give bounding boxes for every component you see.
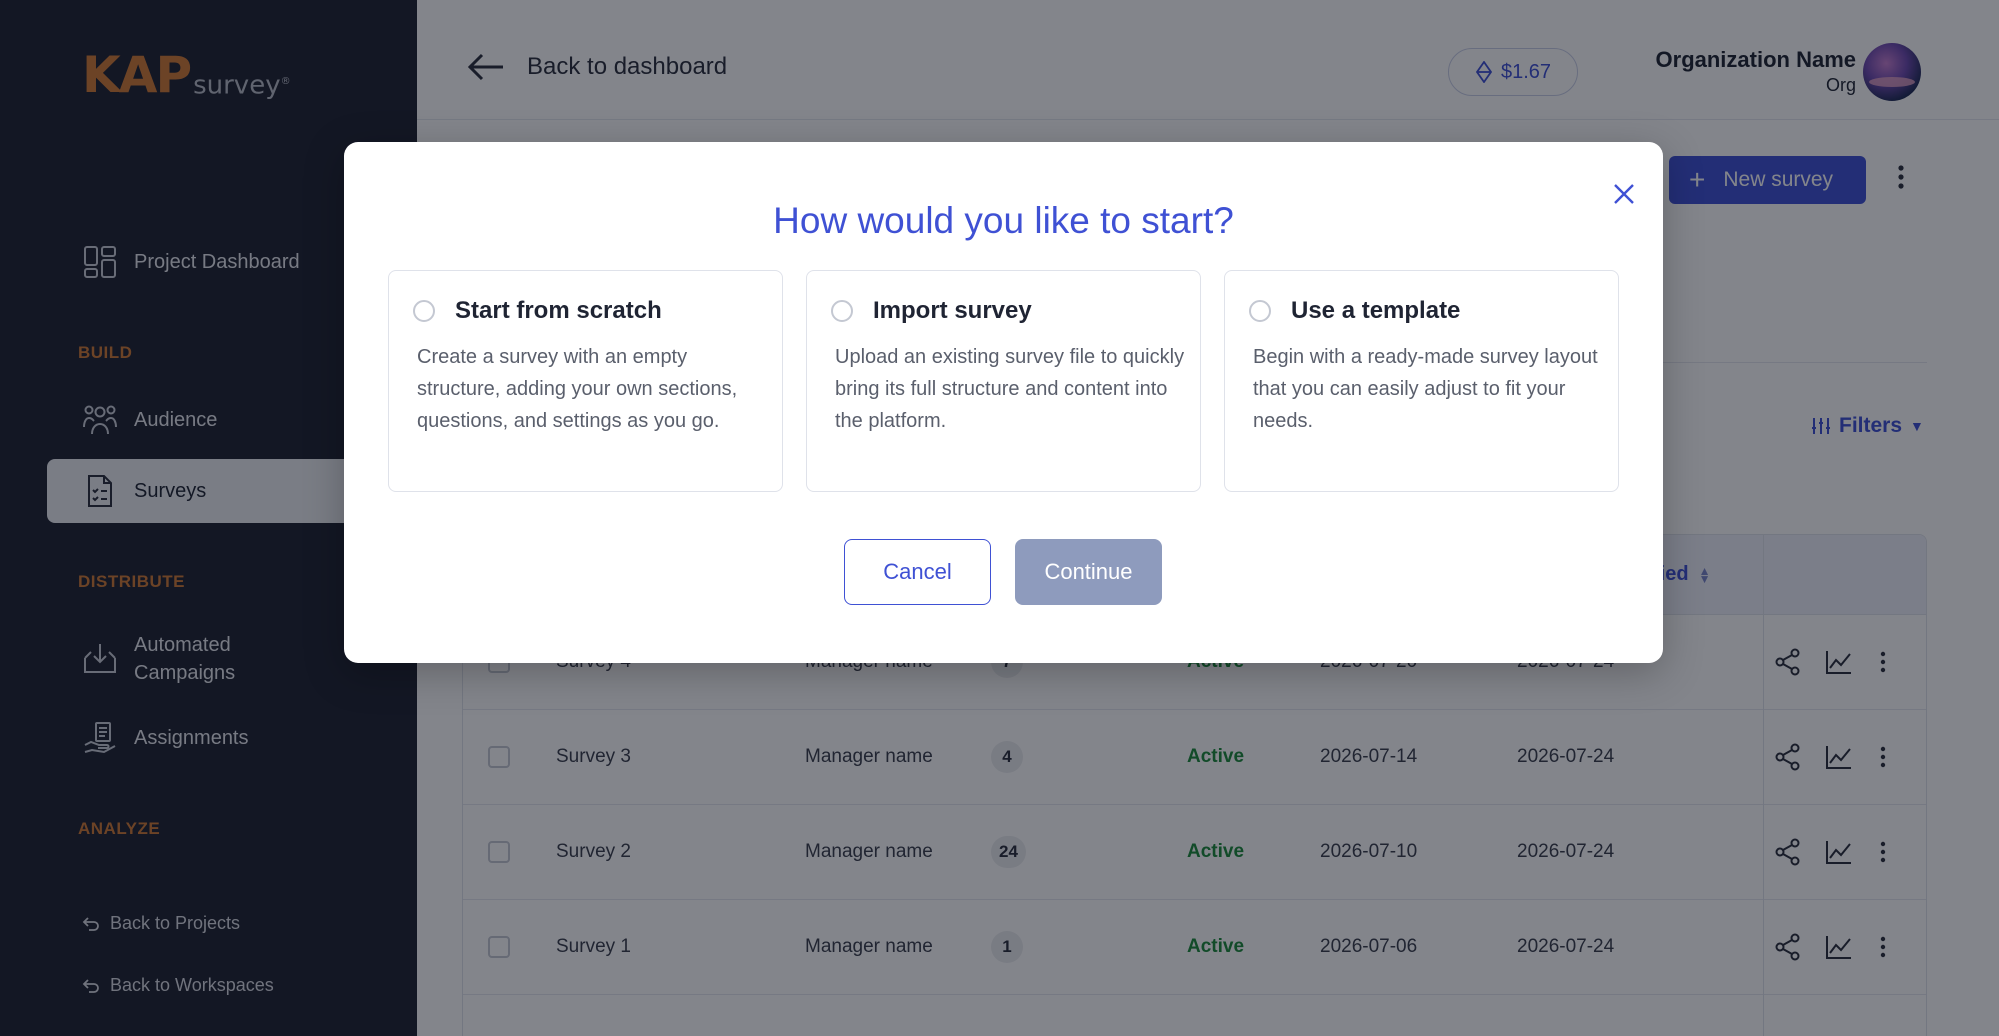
option-title: Import survey (873, 297, 1032, 324)
continue-button[interactable]: Continue (1015, 539, 1162, 605)
option-description: Upload an existing survey file to quickl… (835, 346, 1185, 432)
option-title: Use a template (1291, 297, 1461, 324)
option-title: Start from scratch (455, 297, 662, 324)
option-radio[interactable] (413, 300, 435, 322)
option-use-template[interactable]: Use a template Begin with a ready-made s… (1224, 270, 1619, 492)
option-description: Begin with a ready-made survey layout th… (1253, 346, 1598, 432)
option-radio[interactable] (831, 300, 853, 322)
option-import-survey[interactable]: Import survey Upload an existing survey … (806, 270, 1201, 492)
modal-title: How would you like to start? (773, 200, 1234, 241)
start-survey-modal: How would you like to start? Start from … (344, 142, 1663, 663)
option-radio[interactable] (1249, 300, 1271, 322)
option-description: Create a survey with an empty structure,… (417, 346, 738, 432)
cancel-button[interactable]: Cancel (844, 539, 991, 605)
option-start-from-scratch[interactable]: Start from scratch Create a survey with … (388, 270, 783, 492)
